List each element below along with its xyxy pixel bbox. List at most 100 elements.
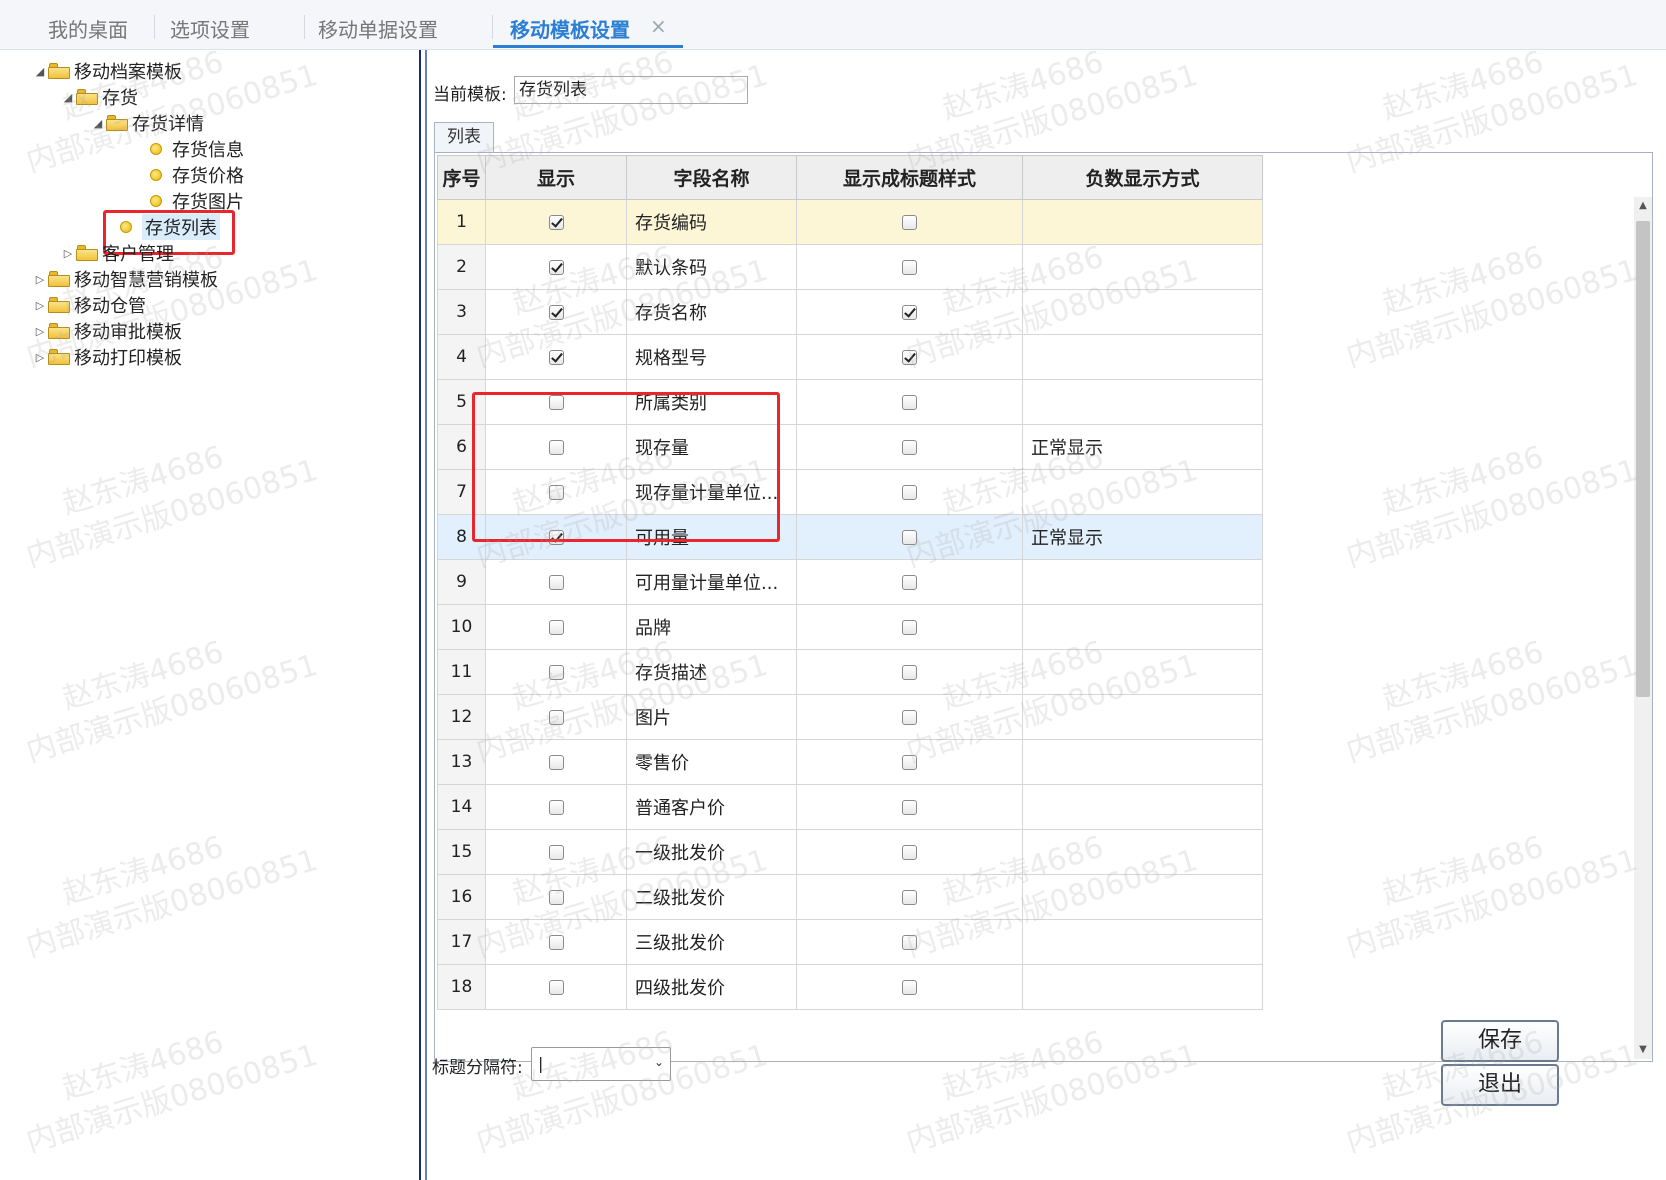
tree-node-inventory-detail[interactable]: ◢ 存货详情 [90, 110, 204, 136]
vertical-scrollbar[interactable]: ▲ ▼ [1634, 197, 1652, 1059]
scrollbar-thumb[interactable] [1636, 221, 1650, 697]
show-checkbox[interactable] [548, 845, 564, 860]
table-row[interactable]: 11 存货描述 [437, 649, 1263, 695]
title-style-checkbox[interactable] [902, 440, 917, 455]
title-style-checkbox[interactable] [902, 890, 917, 905]
negative-display-cell[interactable] [1022, 604, 1263, 650]
close-icon[interactable]: × [650, 14, 667, 38]
show-checkbox[interactable] [548, 620, 564, 635]
negative-display-cell[interactable] [1022, 874, 1263, 920]
negative-display-cell[interactable] [1022, 649, 1263, 695]
current-template-field[interactable]: 存货列表 [514, 76, 748, 104]
show-checkbox[interactable] [548, 665, 564, 680]
table-row[interactable]: 3 存货名称 [437, 289, 1263, 335]
table-row[interactable]: 15 一级批发价 [437, 829, 1263, 875]
column-header-field-name[interactable]: 字段名称 [626, 155, 797, 200]
expanded-arrow-icon[interactable]: ◢ [90, 117, 106, 130]
tree-node-approval-template[interactable]: ▷ 移动审批模板 [32, 318, 182, 344]
table-row[interactable]: 8 可用量 正常显示 [437, 514, 1263, 560]
show-checkbox[interactable] [548, 935, 564, 950]
column-header-show[interactable]: 显示 [485, 155, 627, 200]
separator-select[interactable]: | ⌄ [531, 1047, 671, 1081]
title-style-checkbox[interactable] [902, 845, 917, 860]
field-name-cell[interactable]: 现存量计量单位... [626, 469, 797, 515]
negative-display-cell[interactable] [1022, 469, 1263, 515]
tree-node-mobile-archive-template[interactable]: ◢ 移动档案模板 [32, 58, 182, 84]
tree-node-smart-marketing-template[interactable]: ▷ 移动智慧营销模板 [32, 266, 218, 292]
tab-mobile-template-settings[interactable]: 移动模板设置 [510, 14, 630, 43]
title-style-checkbox[interactable] [902, 665, 917, 680]
field-name-cell[interactable]: 图片 [626, 694, 797, 740]
title-style-checkbox[interactable] [902, 755, 917, 770]
field-name-cell[interactable]: 四级批发价 [626, 964, 797, 1010]
field-name-cell[interactable]: 一级批发价 [626, 829, 797, 875]
panel-splitter[interactable] [419, 50, 427, 1180]
negative-display-cell[interactable]: 正常显示 [1022, 424, 1263, 470]
negative-display-cell[interactable] [1022, 559, 1263, 605]
title-style-checkbox[interactable] [902, 350, 917, 365]
table-row[interactable]: 7 现存量计量单位... [437, 469, 1263, 515]
expanded-arrow-icon[interactable]: ◢ [32, 65, 48, 78]
field-name-cell[interactable]: 三级批发价 [626, 919, 797, 965]
negative-display-cell[interactable]: 正常显示 [1022, 514, 1263, 560]
tab-desktop[interactable]: 我的桌面 [48, 14, 128, 43]
title-style-checkbox[interactable] [902, 485, 917, 500]
table-row[interactable]: 4 规格型号 [437, 334, 1263, 380]
field-name-cell[interactable]: 普通客户价 [626, 784, 797, 830]
field-name-cell[interactable]: 存货编码 [626, 199, 797, 245]
title-style-checkbox[interactable] [902, 215, 917, 230]
negative-display-cell[interactable] [1022, 739, 1263, 785]
tree-node-mobile-warehouse[interactable]: ▷ 移动仓管 [32, 292, 146, 318]
tab-mobile-doc-settings[interactable]: 移动单据设置 [318, 14, 438, 43]
show-checkbox[interactable] [548, 395, 564, 410]
title-style-checkbox[interactable] [902, 980, 917, 995]
collapsed-arrow-icon[interactable]: ▷ [32, 325, 48, 338]
tree-node-inventory-info[interactable]: 存货信息 [150, 136, 244, 162]
show-checkbox[interactable] [548, 215, 564, 230]
show-checkbox[interactable] [548, 800, 564, 815]
table-row[interactable]: 9 可用量计量单位... [437, 559, 1263, 605]
title-style-checkbox[interactable] [902, 620, 917, 635]
column-header-title-style[interactable]: 显示成标题样式 [796, 155, 1023, 200]
field-name-cell[interactable]: 规格型号 [626, 334, 797, 380]
column-header-negative-display[interactable]: 负数显示方式 [1022, 155, 1263, 200]
show-checkbox[interactable] [548, 485, 564, 500]
field-name-cell[interactable]: 存货名称 [626, 289, 797, 335]
collapsed-arrow-icon[interactable]: ▷ [32, 299, 48, 312]
field-name-cell[interactable]: 品牌 [626, 604, 797, 650]
negative-display-cell[interactable] [1022, 964, 1263, 1010]
title-style-checkbox[interactable] [902, 710, 917, 725]
table-row[interactable]: 16 二级批发价 [437, 874, 1263, 920]
tree-node-print-template[interactable]: ▷ 移动打印模板 [32, 344, 182, 370]
negative-display-cell[interactable] [1022, 919, 1263, 965]
table-row[interactable]: 13 零售价 [437, 739, 1263, 785]
field-name-cell[interactable]: 所属类别 [626, 379, 797, 425]
show-checkbox[interactable] [548, 980, 564, 995]
exit-button[interactable]: 退出 [1441, 1064, 1559, 1106]
negative-display-cell[interactable] [1022, 334, 1263, 380]
show-checkbox[interactable] [548, 440, 564, 455]
negative-display-cell[interactable] [1022, 784, 1263, 830]
table-row[interactable]: 6 现存量 正常显示 [437, 424, 1263, 470]
field-name-cell[interactable]: 可用量 [626, 514, 797, 560]
field-name-cell[interactable]: 存货描述 [626, 649, 797, 695]
table-row[interactable]: 14 普通客户价 [437, 784, 1263, 830]
negative-display-cell[interactable] [1022, 379, 1263, 425]
table-row[interactable]: 12 图片 [437, 694, 1263, 740]
collapsed-arrow-icon[interactable]: ▷ [32, 351, 48, 364]
show-checkbox[interactable] [548, 530, 564, 545]
table-row[interactable]: 5 所属类别 [437, 379, 1263, 425]
show-checkbox[interactable] [548, 755, 564, 770]
tab-options[interactable]: 选项设置 [170, 14, 250, 43]
negative-display-cell[interactable] [1022, 694, 1263, 740]
table-row[interactable]: 18 四级批发价 [437, 964, 1263, 1010]
field-name-cell[interactable]: 二级批发价 [626, 874, 797, 920]
field-name-cell[interactable]: 现存量 [626, 424, 797, 470]
scroll-up-arrow-icon[interactable]: ▲ [1634, 197, 1652, 215]
title-style-checkbox[interactable] [902, 395, 917, 410]
field-name-cell[interactable]: 零售价 [626, 739, 797, 785]
table-row[interactable]: 2 默认条码 [437, 244, 1263, 290]
tree-node-inventory-list[interactable]: 存货列表 [120, 214, 220, 240]
tab-list[interactable]: 列表 [434, 122, 494, 152]
expanded-arrow-icon[interactable]: ◢ [60, 91, 76, 104]
